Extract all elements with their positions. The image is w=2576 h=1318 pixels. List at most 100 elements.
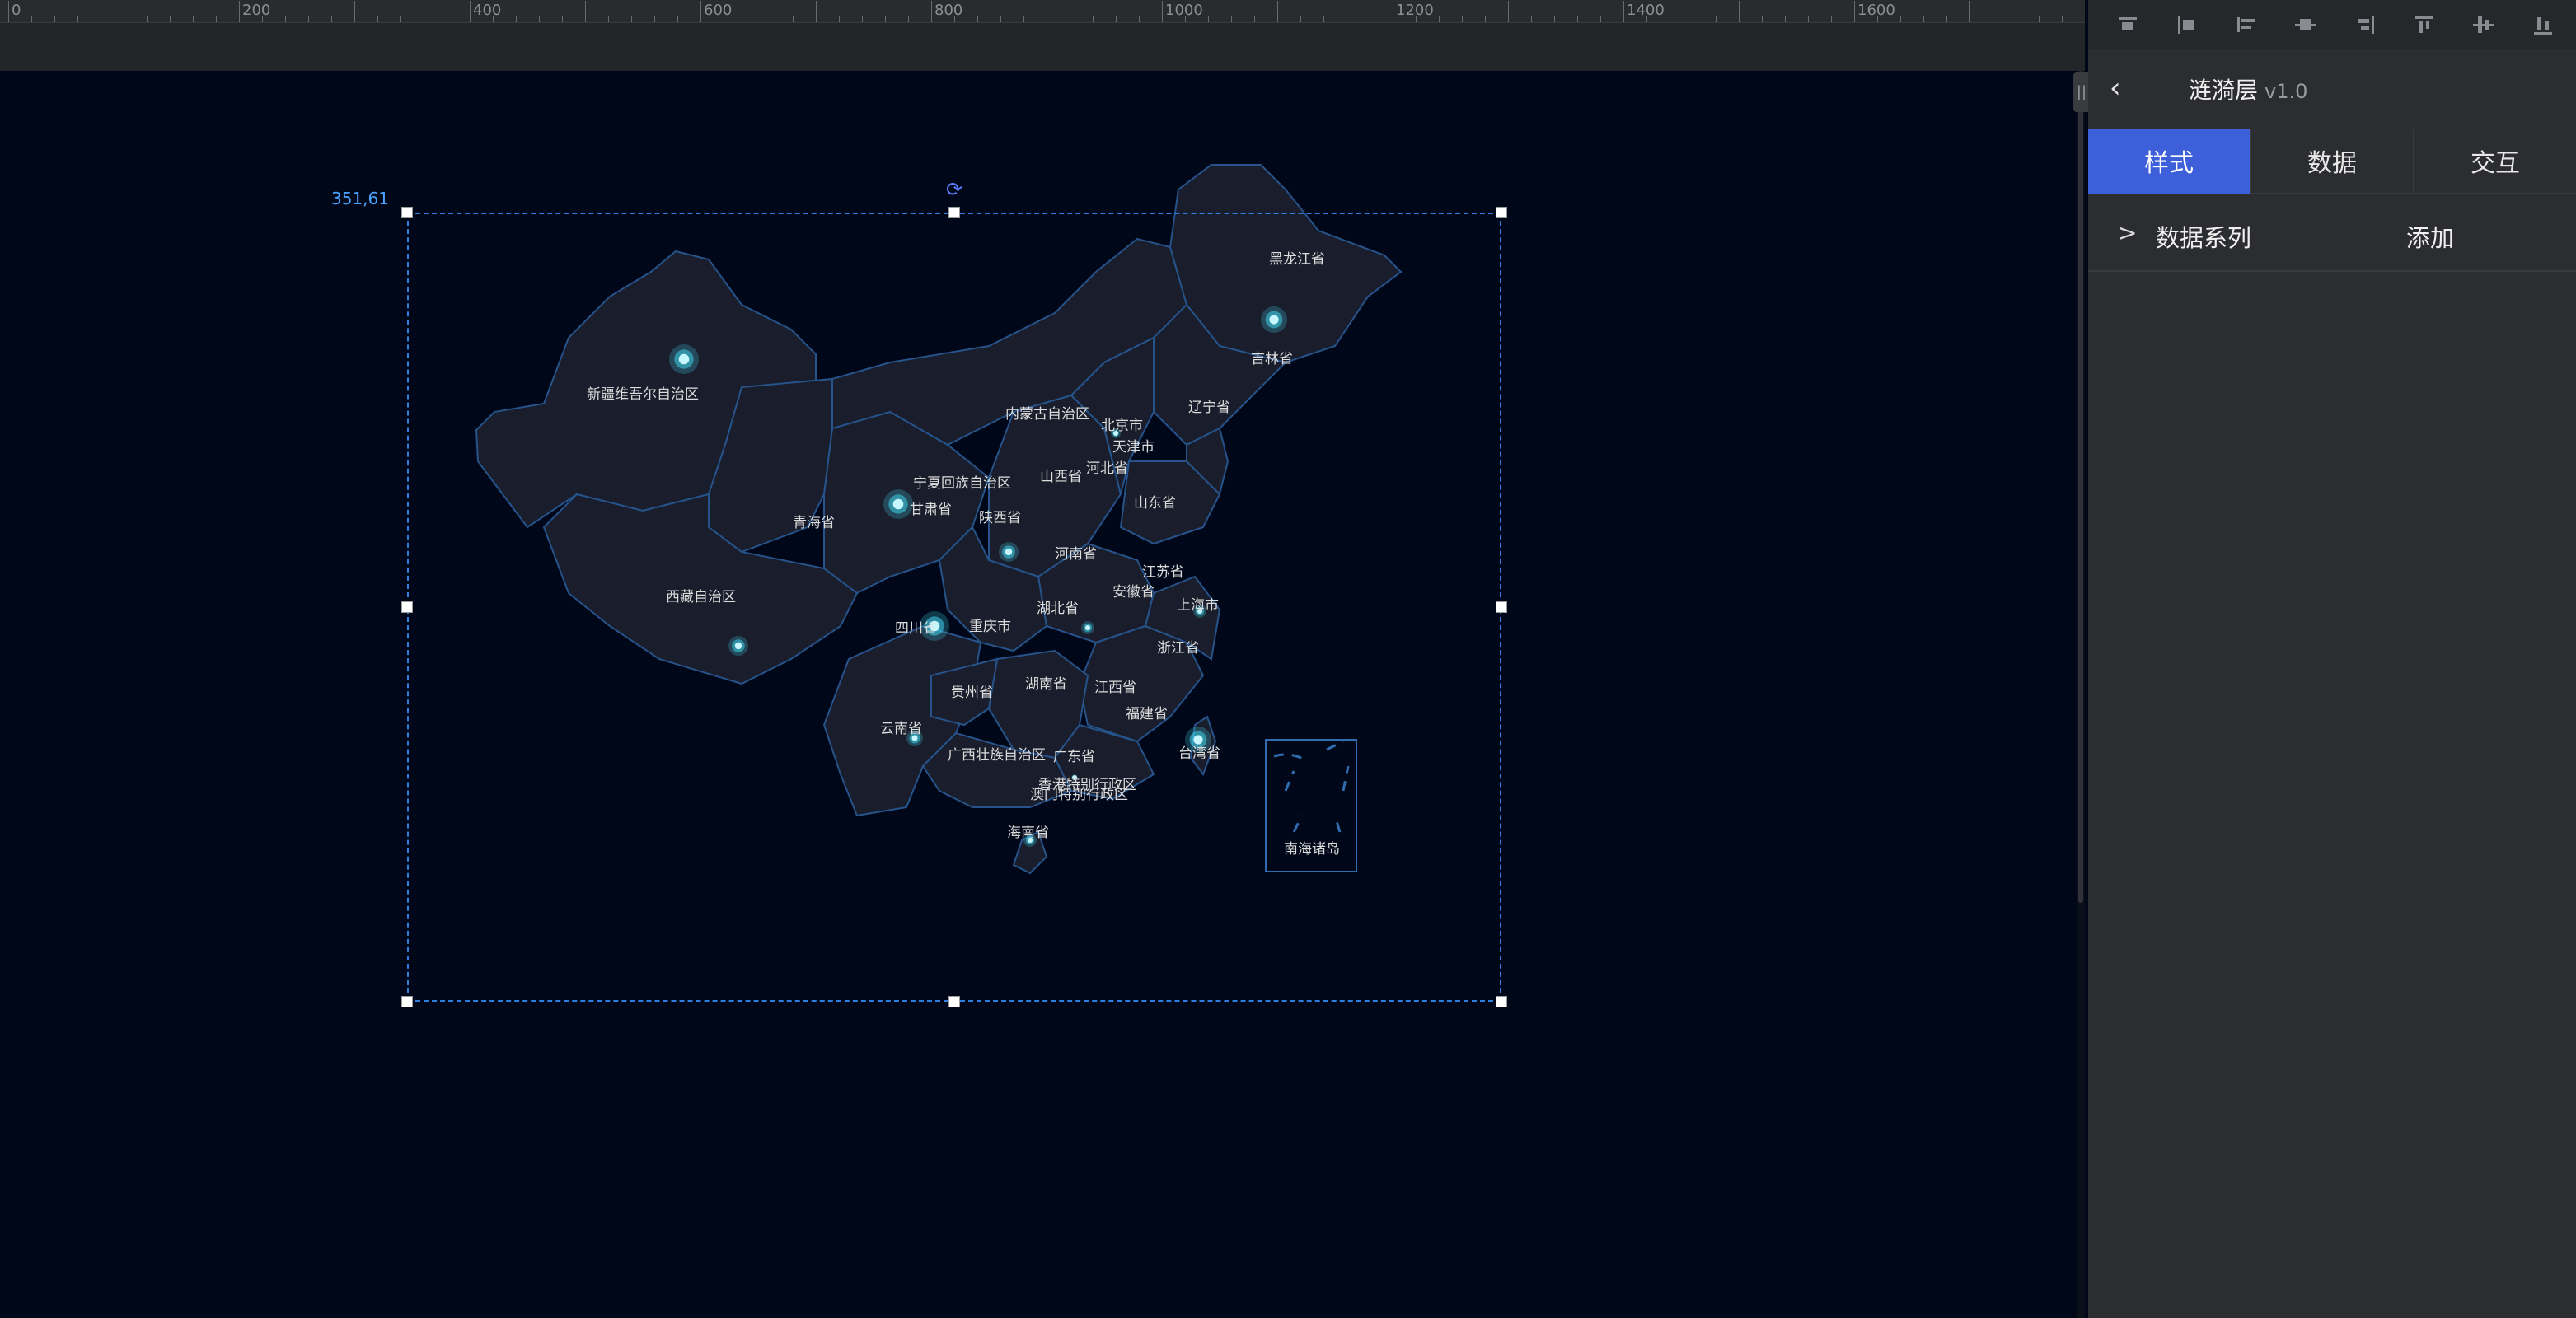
ruler-tick xyxy=(1762,16,1763,22)
ruler-tick xyxy=(1946,16,1947,22)
ruler-tick xyxy=(1577,16,1578,22)
panel-tabs: 样式 数据 交互 xyxy=(2088,129,2576,194)
ruler-tick xyxy=(1785,16,1786,22)
ruler-tick xyxy=(1831,16,1832,22)
ruler-tick xyxy=(931,1,932,22)
ruler-tick xyxy=(377,16,378,22)
toolbar-strip xyxy=(0,23,2085,71)
ruler-tick xyxy=(539,16,540,22)
canvas-scrollbar[interactable] xyxy=(2077,71,2085,1318)
design-canvas[interactable]: 黑龙江省 吉林省 辽宁省 新疆维吾尔自治区 内蒙古自治区 北京市 天津市 宁夏回族自治区 山西省… xyxy=(0,71,2077,1318)
ruler-tick xyxy=(1923,16,1924,22)
selection-box[interactable] xyxy=(407,213,1501,1002)
ruler-label: 1000 xyxy=(1165,2,1203,19)
align-middle-icon[interactable] xyxy=(2291,13,2321,36)
ruler-tick xyxy=(1854,1,1855,22)
ruler-tick xyxy=(1323,16,1324,22)
align-bottom-icon[interactable] xyxy=(2410,13,2439,36)
tab-data[interactable]: 数据 xyxy=(2251,129,2414,194)
rotate-icon[interactable]: ⟳ xyxy=(946,180,964,199)
ruler-tick xyxy=(31,16,32,22)
data-series-row[interactable]: > 数据系列 添加 xyxy=(2088,196,2576,272)
ruler-tick xyxy=(400,16,401,22)
resize-handle-bottom[interactable] xyxy=(948,996,960,1007)
ruler-tick xyxy=(1508,1,1509,22)
layer-version: v1.0 xyxy=(2265,80,2308,103)
scrollbar-thumb[interactable] xyxy=(2078,71,2083,903)
ruler-tick xyxy=(1439,16,1440,22)
resize-handle-top[interactable] xyxy=(948,207,960,218)
ruler-tick xyxy=(77,16,78,22)
align-center-h-icon[interactable] xyxy=(2232,13,2261,36)
ruler-tick xyxy=(585,1,586,22)
ruler-tick xyxy=(862,16,863,22)
ruler-tick xyxy=(470,1,471,22)
ruler-label: 400 xyxy=(473,2,502,19)
layer-name: 涟漪层 xyxy=(2189,77,2259,104)
ruler-tick xyxy=(216,16,217,22)
resize-handle-top-right[interactable] xyxy=(1496,207,1507,218)
ruler-tick xyxy=(977,16,978,22)
ruler-tick xyxy=(1231,16,1232,22)
alignment-toolbar xyxy=(2088,0,2576,49)
tab-style[interactable]: 样式 xyxy=(2088,129,2251,194)
tab-interaction[interactable]: 交互 xyxy=(2414,129,2576,194)
ruler-label: 1600 xyxy=(1857,2,1895,19)
ruler-tick xyxy=(793,16,794,22)
ruler-tick xyxy=(8,1,9,22)
resize-handle-bottom-right[interactable] xyxy=(1496,996,1507,1007)
ruler-tick xyxy=(631,16,632,22)
ruler-tick xyxy=(885,16,886,22)
distribute-bottom-icon[interactable] xyxy=(2528,13,2558,36)
align-left-icon[interactable] xyxy=(2172,13,2202,36)
ruler-tick xyxy=(308,16,309,22)
ruler-tick xyxy=(1277,1,1278,22)
panel-header: ‹ 涟漪层 v1.0 xyxy=(2088,49,2576,129)
ruler-tick xyxy=(654,16,655,22)
ruler-tick xyxy=(1739,1,1740,22)
ruler-tick xyxy=(700,1,701,22)
ruler-tick xyxy=(2039,16,2040,22)
properties-panel: ‹ 涟漪层 v1.0 样式 数据 交互 > 数据系列 添加 xyxy=(2088,0,2576,1318)
chevron-left-icon[interactable]: ‹ xyxy=(2110,74,2134,102)
ruler-tick xyxy=(354,1,355,22)
ruler-tick xyxy=(516,16,517,22)
add-series-button[interactable]: 添加 xyxy=(2406,219,2454,254)
resize-handle-left[interactable] xyxy=(401,601,413,613)
ruler-tick xyxy=(239,1,240,22)
ruler-tick xyxy=(816,1,817,22)
resize-handle-bottom-left[interactable] xyxy=(401,996,413,1007)
ruler-tick xyxy=(331,16,332,22)
ruler-tick xyxy=(1093,16,1094,22)
ruler-tick xyxy=(1485,16,1486,22)
editor-app: 0 200 400 600 800 1000 1200 1400 1600 黑龙江省 吉林省 辽宁省… xyxy=(0,0,2576,1318)
ruler-tick xyxy=(170,16,171,22)
align-right-icon[interactable] xyxy=(2350,13,2380,36)
ruler-label: 1400 xyxy=(1627,2,1665,19)
resize-handle-top-left[interactable] xyxy=(401,207,413,218)
ruler-tick xyxy=(285,16,286,22)
distribute-vertical-icon[interactable] xyxy=(2469,13,2499,36)
ruler-tick xyxy=(1162,1,1163,22)
ruler-label: 600 xyxy=(704,2,733,19)
ruler-label: 800 xyxy=(934,2,963,19)
ruler-tick xyxy=(908,16,909,22)
position-readout: 351,61 xyxy=(331,189,389,208)
data-series-label: 数据系列 xyxy=(2156,224,2252,252)
ruler-tick xyxy=(562,16,563,22)
resize-handle-right[interactable] xyxy=(1496,601,1507,613)
ruler-tick xyxy=(1969,1,1970,22)
align-top-icon[interactable] xyxy=(2113,13,2143,36)
ruler-tick xyxy=(1808,16,1809,22)
ruler-tick xyxy=(2062,16,2063,22)
ruler-tick xyxy=(677,16,678,22)
chevron-right-icon[interactable]: > xyxy=(2118,219,2137,246)
ruler-tick xyxy=(1300,16,1301,22)
ruler-tick xyxy=(608,16,609,22)
ruler-label: 1200 xyxy=(1396,2,1434,19)
panel-resize-grip[interactable]: || xyxy=(2073,72,2090,112)
ruler-tick xyxy=(1462,16,1463,22)
ruler-label: 0 xyxy=(12,2,21,19)
ruler-tick xyxy=(1139,16,1140,22)
ruler-tick xyxy=(1600,16,1601,22)
